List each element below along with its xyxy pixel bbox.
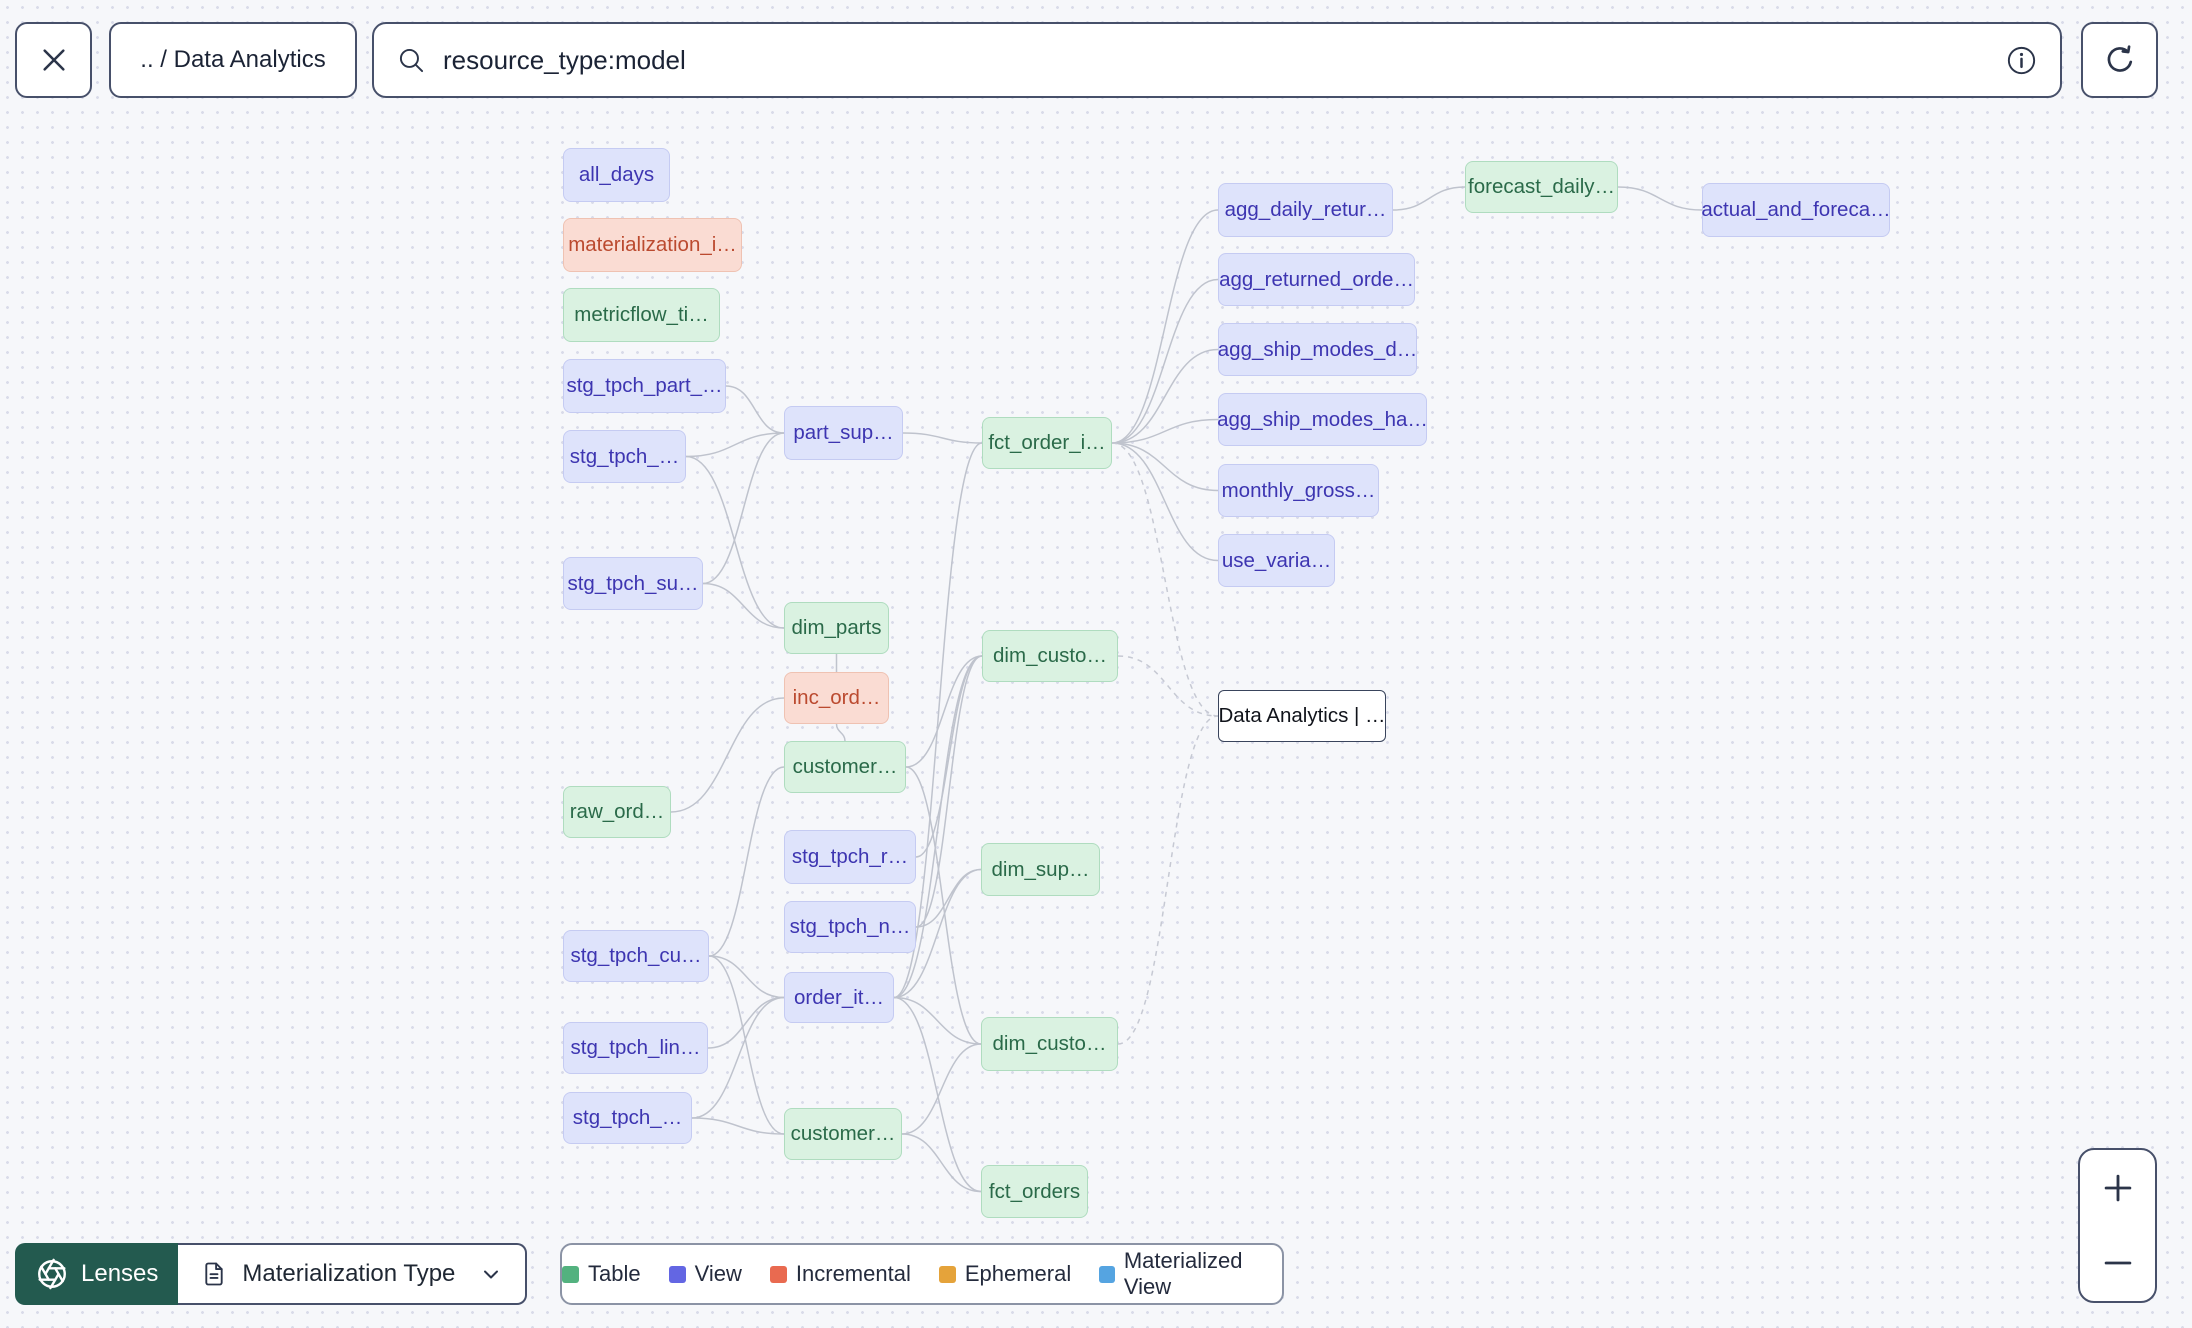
- legend-item: Materialized View: [1099, 1248, 1282, 1300]
- node-use_varia[interactable]: use_varia…: [1218, 534, 1335, 587]
- node-actual_and_foreca[interactable]: actual_and_foreca…: [1701, 183, 1891, 237]
- node-stg_tpch_lin[interactable]: stg_tpch_lin…: [563, 1022, 708, 1074]
- lens-selector-label: Materialization Type: [242, 1260, 456, 1287]
- node-stg_tpch_n[interactable]: stg_tpch_n…: [784, 901, 916, 953]
- node-monthly_gross[interactable]: monthly_gross…: [1218, 464, 1379, 517]
- chevron-down-icon: [484, 1270, 499, 1279]
- node-order_it[interactable]: order_it…: [784, 972, 894, 1023]
- node-agg_daily_retur[interactable]: agg_daily_retur…: [1218, 183, 1393, 237]
- search-input[interactable]: [443, 44, 2005, 76]
- node-stg_tpch_part[interactable]: stg_tpch_part_…: [563, 359, 726, 413]
- node-agg_ship_modes_d[interactable]: agg_ship_modes_d…: [1218, 323, 1417, 376]
- node-fct_order_i[interactable]: fct_order_i…: [982, 417, 1112, 469]
- breadcrumb[interactable]: .. / Data Analytics: [109, 22, 357, 98]
- node-materialization_i[interactable]: materialization_i…: [563, 218, 742, 272]
- legend-swatch: [668, 1265, 686, 1283]
- close-icon: [42, 49, 65, 71]
- zoom-controls: [2078, 1148, 2157, 1303]
- lineage-canvas: all_days materialization_i… metricflow_ti……: [0, 0, 2192, 1328]
- info-icon[interactable]: [2005, 44, 2038, 77]
- legend-swatch: [769, 1265, 787, 1283]
- legend-swatch: [562, 1265, 579, 1283]
- legend-item: View: [668, 1261, 742, 1287]
- node-data_analytics[interactable]: Data Analytics | …: [1218, 690, 1386, 742]
- legend: Table View Incremental Ephemeral Materialize…: [560, 1243, 1284, 1305]
- node-customer_mid[interactable]: customer…: [784, 741, 906, 793]
- node-raw_ord[interactable]: raw_ord…: [563, 786, 671, 838]
- node-dim_parts[interactable]: dim_parts: [784, 602, 889, 654]
- legend-label: View: [694, 1261, 742, 1286]
- zoom-out-button[interactable]: [2080, 1226, 2155, 1302]
- search-bar[interactable]: [372, 22, 2062, 98]
- node-all_days[interactable]: all_days: [563, 148, 670, 202]
- legend-swatch: [1099, 1265, 1115, 1283]
- refresh-button[interactable]: [2081, 22, 2158, 98]
- node-part_sup[interactable]: part_sup…: [784, 406, 903, 460]
- legend-swatch: [938, 1265, 956, 1283]
- node-customer_bottom[interactable]: customer…: [784, 1108, 902, 1160]
- aperture-icon: [38, 1258, 66, 1290]
- search-icon: [399, 48, 424, 72]
- node-dim_sup[interactable]: dim_sup…: [981, 843, 1100, 896]
- legend-label: Materialized View: [1123, 1248, 1243, 1299]
- node-agg_ship_modes_ha[interactable]: agg_ship_modes_ha…: [1217, 393, 1428, 446]
- node-inc_ord[interactable]: inc_ord…: [784, 672, 889, 724]
- node-dim_custo_top[interactable]: dim_custo…: [982, 630, 1118, 682]
- node-stg_tpch_a[interactable]: stg_tpch_…: [563, 430, 686, 483]
- lenses-group: Lenses Materialization Type: [15, 1243, 528, 1305]
- plus-icon: [2104, 1174, 2131, 1202]
- legend-item: Incremental: [769, 1261, 911, 1287]
- lens-selector[interactable]: Materialization Type: [178, 1243, 528, 1305]
- lenses-label: Lenses: [81, 1260, 159, 1287]
- minus-icon: [2104, 1261, 2131, 1265]
- document-icon: [205, 1262, 224, 1286]
- close-button[interactable]: [15, 22, 92, 98]
- legend-label: Incremental: [795, 1261, 911, 1286]
- legend-item: Table: [562, 1261, 641, 1287]
- node-stg_tpch_r[interactable]: stg_tpch_r…: [784, 830, 916, 884]
- node-forecast_daily[interactable]: forecast_daily…: [1465, 161, 1618, 213]
- node-dim_custo_bottom[interactable]: dim_custo…: [981, 1017, 1118, 1071]
- node-fct_orders[interactable]: fct_orders: [981, 1165, 1088, 1218]
- node-stg_tpch_su[interactable]: stg_tpch_su…: [563, 557, 703, 610]
- legend-label: Table: [588, 1261, 641, 1286]
- node-agg_returned_orde[interactable]: agg_returned_orde…: [1218, 253, 1415, 306]
- node-metricflow_ti[interactable]: metricflow_ti…: [563, 288, 720, 342]
- legend-label: Ephemeral: [964, 1261, 1072, 1286]
- node-stg_tpch_b[interactable]: stg_tpch_…: [563, 1092, 692, 1144]
- legend-item: Ephemeral: [938, 1261, 1072, 1287]
- node-stg_tpch_cu[interactable]: stg_tpch_cu…: [563, 930, 709, 982]
- refresh-icon: [2107, 45, 2132, 72]
- zoom-in-button[interactable]: [2080, 1150, 2155, 1226]
- lenses-button[interactable]: Lenses: [15, 1243, 179, 1305]
